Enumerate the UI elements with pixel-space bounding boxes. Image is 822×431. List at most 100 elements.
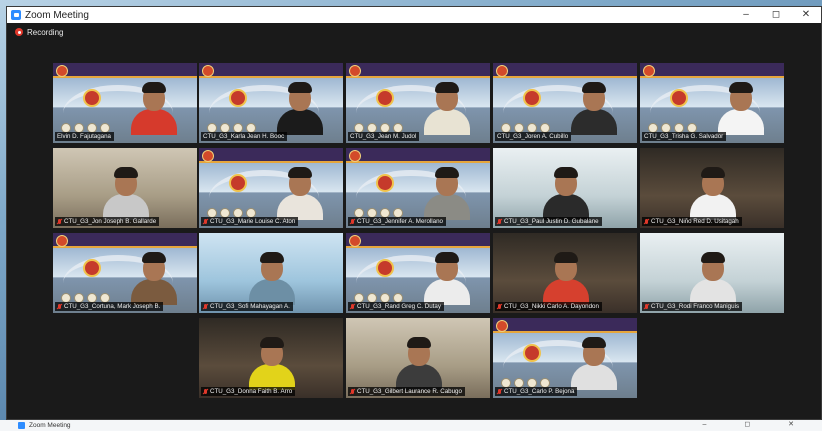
close-button[interactable]: ✕ xyxy=(791,7,821,23)
participant-tile[interactable]: Elvin D. Fajutagana xyxy=(53,63,197,143)
recording-indicator[interactable]: Recording xyxy=(7,23,821,41)
participant-tile[interactable]: CTU_G3_Carlo P. Bejona xyxy=(493,318,637,398)
participant-tile[interactable]: CTU_G3_Nikki Carlo A. Dayondon xyxy=(493,233,637,313)
participant-video xyxy=(424,82,470,135)
participant-name-label: CTU_G3_Trisha G. Salvador xyxy=(642,132,727,141)
participant-tile[interactable]: CTU_G3_Rand Greg C. Dutay xyxy=(346,233,490,313)
seal-icon xyxy=(376,174,394,192)
zoom-window: Zoom Meeting – ◻ ✕ Recording Elvin D. Fa… xyxy=(6,6,822,420)
muted-mic-icon xyxy=(203,388,208,395)
participant-name-label: CTU_G3_Jon Joseph B. Gallarde xyxy=(55,217,160,226)
participant-name-label: CTU_G3_Rodi Franco Maniguis xyxy=(642,302,743,311)
participant-name: CTU_G3_Trisha G. Salvador xyxy=(644,133,724,140)
title-bar: Zoom Meeting – ◻ ✕ xyxy=(7,7,821,23)
muted-mic-icon xyxy=(57,218,62,225)
participant-video xyxy=(131,252,177,305)
participant-tile[interactable]: CTU_G3_Sofi Mahayagan A. xyxy=(199,233,343,313)
participant-tile[interactable]: CTU_G3_Cortuna, Mark Joseph B. xyxy=(53,233,197,313)
participant-video xyxy=(571,82,617,135)
participant-tile[interactable]: CTU_G3_Donna Faith B. Arro xyxy=(199,318,343,398)
seal-icon xyxy=(376,89,394,107)
participant-video xyxy=(424,167,470,220)
participant-video xyxy=(718,82,764,135)
participant-tile[interactable]: CTU_G3_Marie Louise C. Aton xyxy=(199,148,343,228)
participant-name: CTU_G3_Donna Faith B. Arro xyxy=(210,388,293,395)
participant-name-label: CTU_G3_Cortuna, Mark Joseph B. xyxy=(55,302,164,311)
participant-name-label: CTU_G3_Niño Red D. Usitagah xyxy=(642,217,742,226)
school-logo-icon xyxy=(496,320,508,332)
school-logo-icon xyxy=(202,150,214,162)
participant-name: CTU_G3_Gilbert Laurance R. Cabugo xyxy=(357,388,462,395)
seal-icon xyxy=(229,174,247,192)
participant-video xyxy=(424,252,470,305)
participant-video xyxy=(543,252,589,305)
participant-name: CTU_G3_Carlo P. Bejona xyxy=(504,388,575,395)
school-logo-icon xyxy=(56,235,68,247)
participant-name-label: CTU_G3_Rand Greg C. Dutay xyxy=(348,302,444,311)
participant-video xyxy=(571,337,617,390)
participant-name: CTU_G3_Cortuna, Mark Joseph B. xyxy=(64,303,161,310)
taskbar-window-controls[interactable]: – ◻ ✕ xyxy=(703,420,812,428)
seal-icon xyxy=(376,259,394,277)
participant-name: CTU_G3_Paul Justin D. Gubalane xyxy=(504,218,599,225)
taskbar-zoom-window[interactable]: Zoom Meeting – ◻ ✕ xyxy=(0,420,822,431)
muted-mic-icon xyxy=(497,218,502,225)
seal-icon xyxy=(523,344,541,362)
participant-tile[interactable]: CTU_G3_Karla Jean H. Booc xyxy=(199,63,343,143)
maximize-button[interactable]: ◻ xyxy=(761,7,791,23)
participant-name-label: Elvin D. Fajutagana xyxy=(55,132,114,141)
zoom-app-icon xyxy=(11,10,21,20)
participant-tile[interactable]: CTU_G3_Jennifer A. Merollano xyxy=(346,148,490,228)
participant-video xyxy=(690,167,736,220)
seal-icon xyxy=(670,89,688,107)
school-logo-icon xyxy=(349,65,361,77)
participant-name: CTU_G3_Sofi Mahayagan A. xyxy=(210,303,290,310)
participant-video xyxy=(543,167,589,220)
school-logo-icon xyxy=(202,65,214,77)
school-logo-icon xyxy=(349,150,361,162)
zoom-taskbar-icon xyxy=(18,422,25,429)
participant-video xyxy=(690,252,736,305)
participant-name-label: CTU_G3_Donna Faith B. Arro xyxy=(201,387,296,396)
minimize-button[interactable]: – xyxy=(731,7,761,23)
muted-mic-icon xyxy=(350,303,355,310)
participant-name: CTU_G3_Jon Joseph B. Gallarde xyxy=(64,218,157,225)
muted-mic-icon xyxy=(644,218,649,225)
participant-name: CTU_G3_Jean M. Judol xyxy=(350,133,417,140)
participant-tile[interactable]: CTU_G3_Joren A. Cubillo xyxy=(493,63,637,143)
school-logo-icon xyxy=(496,65,508,77)
seal-icon xyxy=(83,89,101,107)
muted-mic-icon xyxy=(57,303,62,310)
participant-tile[interactable]: CTU_G3_Paul Justin D. Gubalane xyxy=(493,148,637,228)
participant-tile[interactable]: CTU_G3_Jon Joseph B. Gallarde xyxy=(53,148,197,228)
participant-name-label: CTU_G3_Carlo P. Bejona xyxy=(495,387,578,396)
gallery-view: Elvin D. Fajutagana CTU_G3_Karla Jean H. … xyxy=(7,41,821,419)
participant-name-label: CTU_G3_Karla Jean H. Booc xyxy=(201,132,288,141)
muted-mic-icon xyxy=(203,218,208,225)
school-logo-icon xyxy=(349,235,361,247)
muted-mic-icon xyxy=(497,303,502,310)
participant-name: CTU_G3_Niño Red D. Usitagah xyxy=(651,218,739,225)
participant-name: CTU_G3_Jennifer A. Merollano xyxy=(357,218,443,225)
participant-name: CTU_G3_Nikki Carlo A. Dayondon xyxy=(504,303,599,310)
participant-name: CTU_G3_Marie Louise C. Aton xyxy=(210,218,296,225)
participant-tile[interactable]: CTU_G3_Niño Red D. Usitagah xyxy=(640,148,784,228)
school-logo-icon xyxy=(56,65,68,77)
participant-video xyxy=(249,337,295,390)
muted-mic-icon xyxy=(350,388,355,395)
window-title: Zoom Meeting xyxy=(25,9,89,21)
seal-icon xyxy=(83,259,101,277)
muted-mic-icon xyxy=(644,303,649,310)
participant-tile[interactable]: CTU_G3_Rodi Franco Maniguis xyxy=(640,233,784,313)
participant-name-label: CTU_G3_Sofi Mahayagan A. xyxy=(201,302,293,311)
participant-tile[interactable]: CTU_G3_Gilbert Laurance R. Cabugo xyxy=(346,318,490,398)
muted-mic-icon xyxy=(203,303,208,310)
seal-icon xyxy=(229,89,247,107)
participant-tile[interactable]: CTU_G3_Jean M. Judol xyxy=(346,63,490,143)
participant-name-label: CTU_G3_Paul Justin D. Gubalane xyxy=(495,217,602,226)
participant-video xyxy=(131,82,177,135)
participant-name: CTU_G3_Rand Greg C. Dutay xyxy=(357,303,441,310)
seal-icon xyxy=(523,89,541,107)
participant-name-label: CTU_G3_Jennifer A. Merollano xyxy=(348,217,446,226)
participant-tile[interactable]: CTU_G3_Trisha G. Salvador xyxy=(640,63,784,143)
